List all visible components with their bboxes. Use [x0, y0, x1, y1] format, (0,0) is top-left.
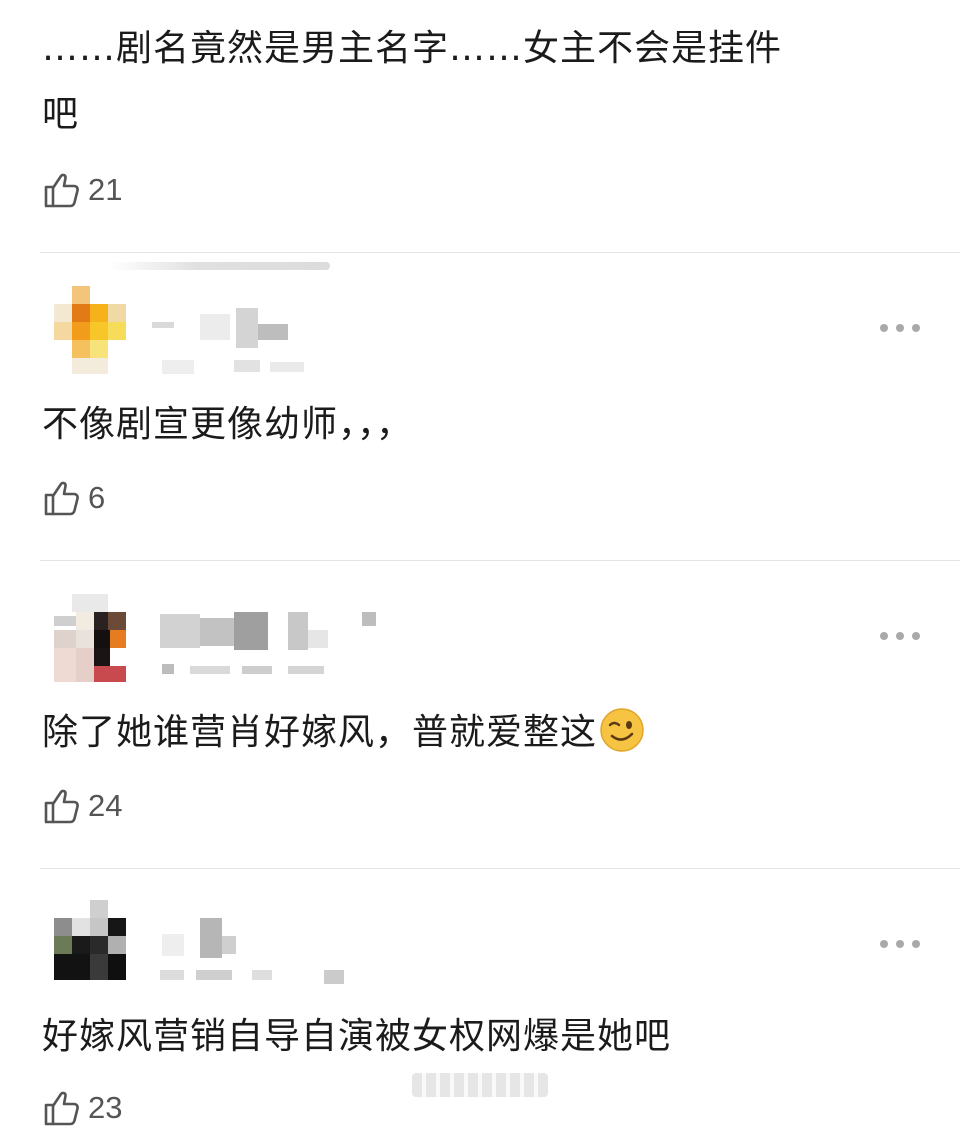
comment-text: 除了她谁营肖好嫁风，普就爱整这	[42, 702, 645, 764]
avatar[interactable]	[54, 286, 126, 374]
thumbs-up-icon	[44, 1091, 79, 1126]
like-count: 24	[88, 788, 123, 823]
more-options-button[interactable]	[880, 626, 920, 646]
like-count: 23	[88, 1090, 123, 1125]
more-options-button[interactable]	[880, 934, 920, 954]
like-button[interactable]: 21	[42, 168, 122, 212]
scroll-indicator	[110, 262, 330, 270]
comment-text-continued: 吧	[42, 94, 80, 135]
comment-text: ……剧名竟然是男主名字……女主不会是挂件	[42, 28, 783, 69]
thumbs-up-icon	[44, 789, 79, 824]
watermark	[412, 1073, 548, 1097]
username-blurred[interactable]	[150, 300, 320, 380]
username-blurred[interactable]	[160, 914, 360, 990]
avatar[interactable]	[54, 900, 126, 988]
like-button[interactable]: 23	[42, 1086, 122, 1130]
like-count: 21	[88, 172, 123, 207]
avatar[interactable]	[54, 594, 126, 682]
like-button[interactable]: 24	[42, 784, 122, 828]
thumbs-up-icon	[44, 481, 79, 516]
divider	[40, 560, 960, 561]
more-options-button[interactable]	[880, 318, 920, 338]
like-button[interactable]: 6	[42, 476, 105, 520]
like-count: 6	[88, 480, 106, 515]
username-blurred[interactable]	[160, 608, 390, 678]
comment-text: 好嫁风营销自导自演被女权网爆是她吧	[42, 1016, 672, 1057]
thumbs-up-icon	[44, 173, 79, 208]
comment-text: 不像剧宣更像幼师，，，	[42, 404, 414, 445]
wink-emoji-icon	[600, 708, 644, 752]
divider	[40, 252, 960, 253]
divider	[40, 868, 960, 869]
